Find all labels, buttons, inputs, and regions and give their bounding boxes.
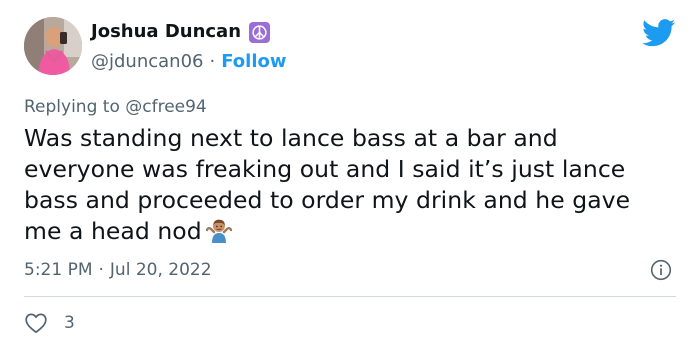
like-count[interactable]: 3 — [64, 312, 75, 334]
tweet-header: Joshua Duncan @jduncan06 · Follow — [24, 17, 676, 81]
replying-to: Replying to @cfree94 — [24, 96, 207, 118]
handle-row: @jduncan06 · Follow — [91, 49, 287, 75]
replying-prefix: Replying to — [24, 97, 126, 117]
tweet-timestamp[interactable]: 5:21 PM · Jul 20, 2022 — [24, 259, 212, 281]
user-handle[interactable]: @jduncan06 — [91, 49, 203, 75]
tweet-text: Was standing next to lance bass at a bar… — [24, 123, 684, 247]
twitter-bird-icon[interactable] — [642, 19, 676, 47]
heart-icon[interactable] — [24, 312, 48, 334]
separator-dot: · — [98, 260, 104, 280]
person-shrugging-emoji — [205, 217, 232, 243]
info-icon[interactable] — [650, 259, 672, 281]
tweet-text-line: bass and proceeded to order my drink and… — [24, 186, 631, 214]
tweet-date: Jul 20, 2022 — [109, 260, 212, 280]
author-names: Joshua Duncan @jduncan06 · Follow — [91, 21, 287, 75]
separator-dot: · — [209, 51, 216, 72]
display-name[interactable]: Joshua Duncan — [91, 21, 241, 43]
tweet-text-line: Was standing next to lance bass at a bar… — [24, 124, 558, 152]
tweet-text-line-last: me a head nod — [24, 216, 684, 247]
peace-symbol-icon — [249, 21, 271, 43]
tweet-card: Joshua Duncan @jduncan06 · Follow Replyi… — [0, 0, 700, 349]
tweet-time: 5:21 PM — [24, 260, 93, 280]
tweet-actions: 3 — [24, 311, 75, 335]
replying-mention[interactable]: @cfree94 — [125, 97, 207, 117]
tweet-text-line: everyone was freaking out and I said it’… — [24, 155, 626, 183]
divider — [24, 296, 676, 297]
avatar[interactable] — [24, 17, 82, 75]
tweet-text-line-content: me a head nod — [24, 217, 202, 245]
follow-button[interactable]: Follow — [221, 49, 286, 75]
display-name-row: Joshua Duncan — [91, 21, 287, 43]
